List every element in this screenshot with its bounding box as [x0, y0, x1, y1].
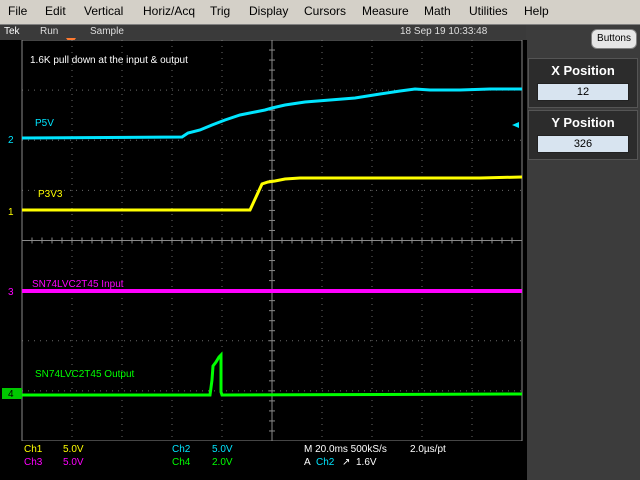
x-position-input[interactable]: 12 [537, 83, 629, 101]
trigger-channel[interactable]: Ch2 [316, 457, 334, 468]
menu-math[interactable]: Math [424, 4, 451, 18]
waveform-display[interactable]: 2 1 3 4 1.6K pull down at the input & ou… [0, 40, 527, 441]
readout-panel: Ch1 5.0V Ch2 5.0V Ch3 5.0V Ch4 2.0V M 20… [0, 441, 527, 480]
ch1-name[interactable]: Ch1 [24, 444, 42, 455]
ch2-name[interactable]: Ch2 [172, 444, 190, 455]
status-bar: Tek Run Sample 18 Sep 19 10:33:48 [0, 25, 527, 40]
ch2-marker[interactable]: 2 [8, 135, 14, 146]
menu-help[interactable]: Help [524, 4, 549, 18]
sample-interval: 2.0µs/pt [410, 444, 446, 455]
trigger-prefix: A [304, 457, 311, 468]
menu-display[interactable]: Display [249, 4, 288, 18]
ch4-name[interactable]: Ch4 [172, 457, 190, 468]
acq-mode: Sample [90, 26, 124, 37]
label-p5v: P5V [35, 118, 54, 129]
brand-label: Tek [4, 26, 20, 37]
y-position-card: Y Position 326 [528, 110, 638, 160]
ch1-marker[interactable]: 1 [8, 207, 14, 218]
label-input: SN74LVC2T45 Input [32, 279, 124, 290]
trigger-level[interactable]: 1.6V [356, 457, 377, 468]
ch4-marker: 4 [8, 389, 14, 400]
x-position-card: X Position 12 [528, 58, 638, 108]
y-position-title: Y Position [551, 115, 615, 130]
menu-utilities[interactable]: Utilities [469, 4, 508, 18]
annotation-text: 1.6K pull down at the input & output [30, 55, 188, 66]
timebase-readout[interactable]: M 20.0ms 500kS/s [304, 444, 387, 455]
ch4-scale[interactable]: 2.0V [212, 457, 233, 468]
menu-bar: File Edit Vertical Horiz/Acq Trig Displa… [0, 0, 640, 25]
menu-trig[interactable]: Trig [210, 4, 230, 18]
menu-cursors[interactable]: Cursors [304, 4, 346, 18]
menu-vertical[interactable]: Vertical [84, 4, 123, 18]
run-state: Run [40, 26, 59, 37]
datetime: 18 Sep 19 10:33:48 [400, 26, 488, 37]
ch2-scale[interactable]: 5.0V [212, 444, 233, 455]
label-output: SN74LVC2T45 Output [35, 369, 135, 380]
ch3-marker[interactable]: 3 [8, 287, 14, 298]
ch3-name[interactable]: Ch3 [24, 457, 42, 468]
menu-file[interactable]: File [8, 4, 27, 18]
buttons-button[interactable]: Buttons [591, 29, 637, 49]
label-p3v3: P3V3 [38, 189, 63, 200]
menu-measure[interactable]: Measure [362, 4, 409, 18]
menu-edit[interactable]: Edit [45, 4, 66, 18]
trigger-slope-icon[interactable]: ↗ [342, 457, 350, 468]
x-position-title: X Position [551, 63, 615, 78]
ch1-scale[interactable]: 5.0V [63, 444, 84, 455]
ch3-scale[interactable]: 5.0V [63, 457, 84, 468]
y-position-input[interactable]: 326 [537, 135, 629, 153]
menu-horiz-acq[interactable]: Horiz/Acq [143, 4, 195, 18]
